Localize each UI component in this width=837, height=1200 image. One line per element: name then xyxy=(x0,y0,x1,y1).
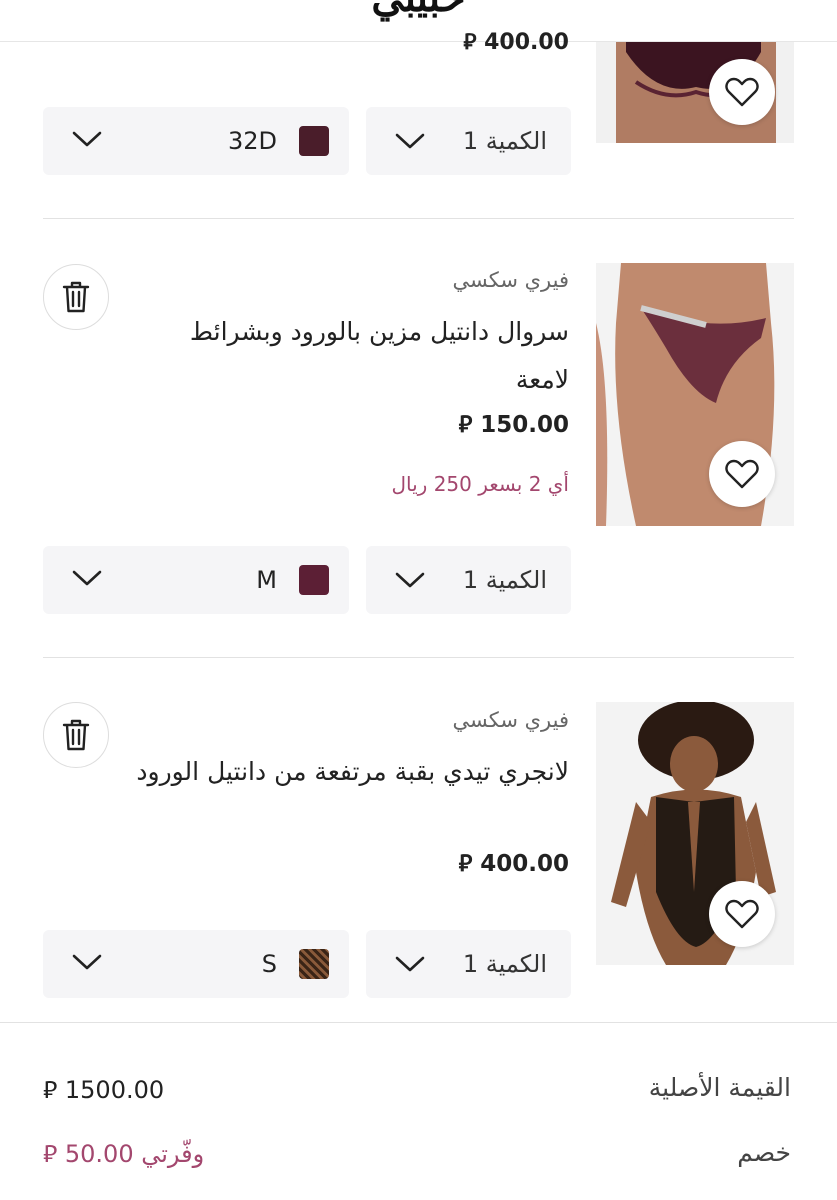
remove-item-button[interactable] xyxy=(43,702,109,768)
promo-offer: أي 2 بسعر 250 ريال xyxy=(391,472,569,496)
quantity-label: الكمية 1 xyxy=(462,127,547,155)
discount-value: وفّرتي 50.00 ⃁ xyxy=(43,1140,205,1168)
heart-icon xyxy=(725,459,759,489)
chevron-down-icon xyxy=(72,954,102,970)
app-header: حبيبي xyxy=(0,0,837,42)
item-title[interactable]: لانجري تيدي بقبة مرتفعة من دانتيل الورود xyxy=(129,748,569,796)
summary-divider xyxy=(0,1022,837,1023)
heart-icon xyxy=(725,77,759,107)
chevron-down-icon xyxy=(72,131,102,147)
quantity-select[interactable]: الكمية 1 xyxy=(366,930,571,998)
size-select[interactable]: 32D xyxy=(43,107,349,175)
wishlist-button[interactable] xyxy=(709,59,775,125)
chevron-down-icon xyxy=(395,572,425,588)
product-image[interactable] xyxy=(596,263,794,526)
color-swatch xyxy=(299,126,329,156)
item-price: 400.00 ⃁ xyxy=(463,30,569,55)
wishlist-button[interactable] xyxy=(709,441,775,507)
wishlist-button[interactable] xyxy=(709,881,775,947)
item-brand: فيري سكسي xyxy=(452,708,569,732)
color-swatch xyxy=(299,565,329,595)
size-select[interactable]: M xyxy=(43,546,349,614)
item-divider xyxy=(43,218,794,219)
product-image[interactable] xyxy=(596,42,794,143)
chevron-down-icon xyxy=(72,570,102,586)
product-image[interactable] xyxy=(596,702,794,965)
chevron-down-icon xyxy=(395,133,425,149)
item-price: 400.00 ⃁ xyxy=(458,851,569,877)
item-brand: فيري سكسي xyxy=(452,268,569,292)
brand-logo[interactable]: حبيبي xyxy=(0,0,837,21)
item-price: 150.00 ⃁ xyxy=(458,412,569,438)
trash-icon xyxy=(62,281,90,313)
size-select[interactable]: S xyxy=(43,930,349,998)
original-price-label: القيمة الأصلية xyxy=(648,1073,791,1102)
size-label: S xyxy=(261,950,277,978)
remove-item-button[interactable] xyxy=(43,264,109,330)
quantity-label: الكمية 1 xyxy=(462,950,547,978)
heart-icon xyxy=(725,899,759,929)
trash-icon xyxy=(62,719,90,751)
item-divider xyxy=(43,657,794,658)
discount-label: خصم xyxy=(737,1138,791,1167)
chevron-down-icon xyxy=(395,956,425,972)
size-label: 32D xyxy=(227,127,277,155)
quantity-label: الكمية 1 xyxy=(462,566,547,594)
color-swatch xyxy=(299,949,329,979)
item-title[interactable]: سروال دانتيل مزين بالورود وبشرائط لامعة xyxy=(129,308,569,404)
quantity-select[interactable]: الكمية 1 xyxy=(366,107,571,175)
original-price-value: 1500.00 ⃁ xyxy=(43,1076,165,1104)
quantity-select[interactable]: الكمية 1 xyxy=(366,546,571,614)
size-label: M xyxy=(256,566,277,594)
